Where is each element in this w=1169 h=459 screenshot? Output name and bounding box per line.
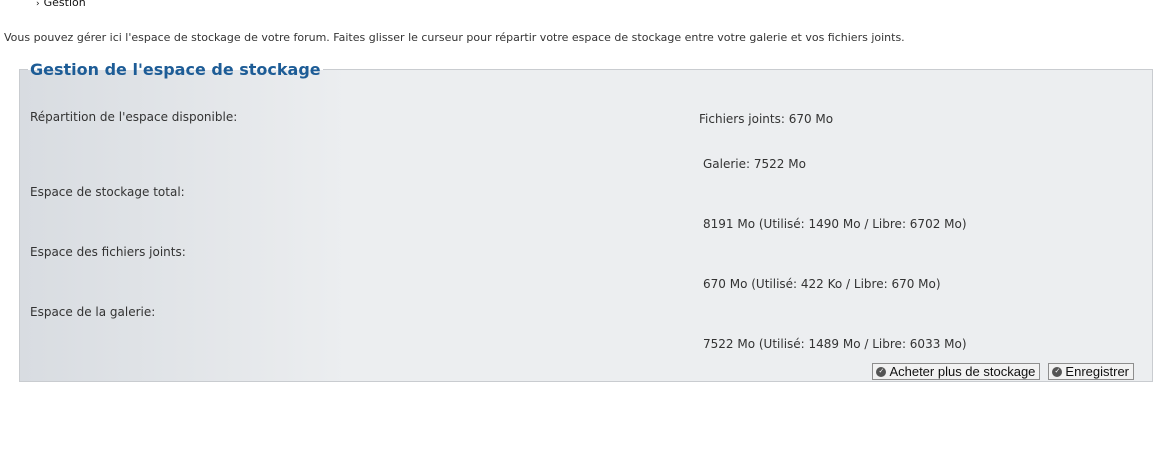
panel-title: Gestion de l'espace de stockage [30,60,321,79]
attachments-space-label: Espace des fichiers joints: [30,245,186,259]
gallery-space-value: 7522 Mo (Utilisé: 1489 Mo / Libre: 6033 … [703,337,967,351]
storage-panel: Gestion de l'espace de stockage Répartit… [19,60,1153,382]
save-label: Enregistrer [1065,364,1129,379]
buy-storage-label: Acheter plus de stockage [889,364,1036,379]
save-button[interactable]: ✓ Enregistrer [1048,363,1134,380]
check-circle-icon: ✓ [876,366,887,377]
breadcrumb-arrow-icon: › [36,0,40,9]
total-storage-label: Espace de stockage total: [30,185,185,199]
total-storage-value: 8191 Mo (Utilisé: 1490 Mo / Libre: 6702 … [703,217,967,231]
gallery-allocation: Galerie: 7522 Mo [703,157,806,171]
buy-storage-button[interactable]: ✓ Acheter plus de stockage [872,363,1041,380]
panel-actions: ✓ Acheter plus de stockage ✓ Enregistrer [872,363,1134,380]
attachments-allocation: Fichiers joints: 670 Mo [699,112,834,126]
check-circle-icon: ✓ [1052,366,1063,377]
gallery-space-label: Espace de la galerie: [30,305,156,319]
attachments-space-value: 670 Mo (Utilisé: 422 Ko / Libre: 670 Mo) [703,277,941,291]
breadcrumb-current[interactable]: Gestion [44,0,86,9]
intro-text: Vous pouvez gérer ici l'espace de stocka… [4,31,905,44]
breadcrumb: › Gestion [36,0,86,9]
repartition-label: Répartition de l'espace disponible: [30,110,238,124]
